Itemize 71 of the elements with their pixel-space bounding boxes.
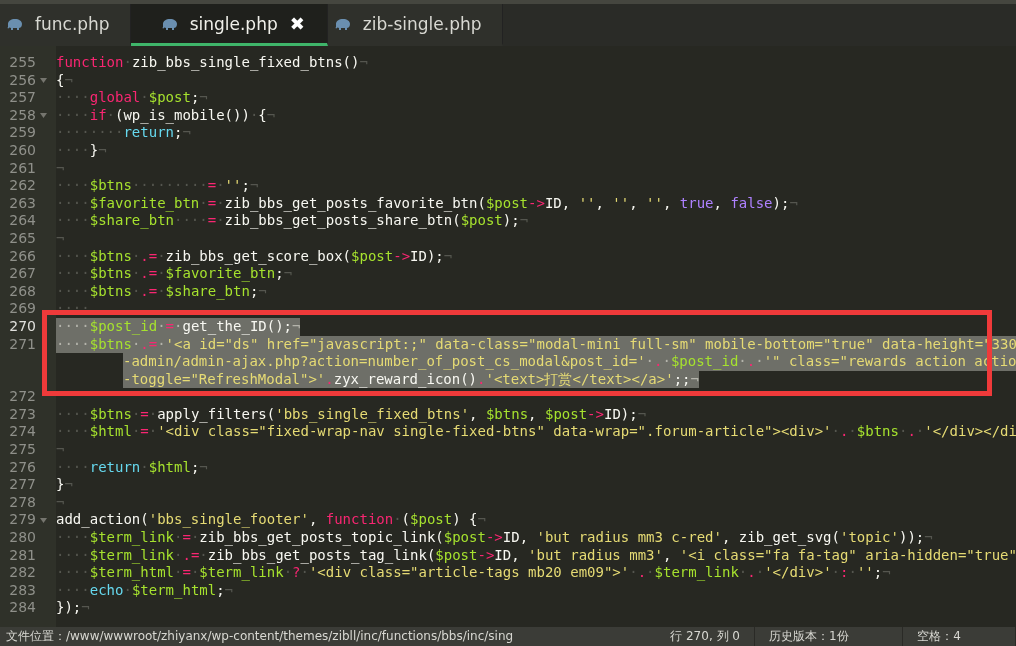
fold-arrow-icon[interactable] [40,517,47,523]
line-number: 258 [8,106,36,125]
elephant-icon [6,17,23,30]
history-versions[interactable]: 历史版本：1份 [754,627,904,646]
line-number: 261 [8,159,36,178]
file-tab[interactable]: single.php ✖ [130,4,328,46]
code-line: }¬ [56,476,73,494]
line-number: 278 [8,493,36,512]
code-line: ····return·$html;¬ [56,458,208,477]
line-number: 263 [8,194,36,213]
line-number: 260 [8,141,36,160]
code-line: ····$share_btn····=·zib_bbs_get_posts_share_btn($post);¬ [56,212,529,230]
file-tab[interactable]: func.php [0,4,131,46]
line-number: 282 [8,564,36,582]
line-number: 272 [8,388,36,406]
code-line: add_action('bbs_single_footer', function·($post) {¬ [56,511,486,530]
line-number: 265 [8,229,36,248]
line-number: 274 [8,423,36,442]
code-line: ···· [56,300,90,318]
code-line: ¬ [56,493,65,512]
code-line: ····$btns·.=·zib_bbs_get_score_box($post->ID);¬ [56,247,453,266]
indentation-setting[interactable]: 空格：4 [903,627,1016,646]
line-number: 281 [8,546,36,565]
line-number: 270 [8,317,36,336]
fold-arrow-icon[interactable] [40,113,47,119]
line-number: 271 [8,335,36,354]
line-number: 269 [8,300,36,318]
code-line: ····$term_link·.=·zib_bbs_get_posts_tag_link($post->ID, 'but radius mm3', '<i class="fa fa-tag" aria-hidden="true" [56,546,1016,565]
code-line: ····$html·=·'<div class="fixed-wrap-nav single-fixed-btns" data-wrap=".forum-article"><div>'·.·$btns·.·'</div></di [56,423,1016,442]
file-tab[interactable]: zib-single.php [327,4,503,46]
line-number: 275 [8,441,36,459]
line-number: 283 [8,581,36,600]
code-line: ····$term_link·=·zib_bbs_get_posts_topic_link($post->ID, 'but radius mm3 c-red', zib_get_svg('topic'));¬ [56,529,933,547]
line-number: 284 [8,599,36,617]
code-line: ····$term_html·=·$term_link·?·'<div class="article-tags mb20 em09">'·.·$term_link·.·'</div>'·:·'';¬ [56,564,891,582]
fold-arrow-icon[interactable] [40,77,47,83]
elephant-icon [160,17,178,30]
code-line: ¬ [56,441,65,459]
cursor-position: 行 270, 列 0 [616,627,755,646]
code-line: ····$btns·=·apply_filters('bbs_single_fixed_btns', $btns, $post->ID);¬ [56,405,647,424]
line-number: 259 [8,124,36,142]
code-line: ¬ [56,229,65,248]
code-line: ····echo·$term_html;¬ [56,581,234,600]
line-number: 266 [8,247,36,266]
line-number: 277 [8,476,36,494]
line-number: 280 [8,529,36,547]
code-line: ····$btns·.=·$favorite_btn;¬ [56,265,293,283]
code-line: ····}¬ [56,141,107,160]
code-line: });¬ [56,599,90,617]
line-number: 256 [8,71,36,90]
line-number: 273 [8,405,36,424]
code-line: ····$btns·········=·'';¬ [56,177,259,195]
file-path: 文件位置：/www/wwwroot/zhiyanx/wp-content/themes/zibll/inc/functions/bbs/inc/sing [5,628,515,645]
line-number: 279 [8,511,36,530]
code-line: ¬ [56,159,65,178]
code-line: ····if·(wp_is_mobile())·{¬ [56,106,276,125]
line-number: 257 [8,89,36,107]
line-number: 276 [8,458,36,477]
code-line: ········return;¬ [56,124,191,142]
line-number: 262 [8,177,36,195]
line-number: 264 [8,212,36,230]
code-line: {¬ [56,71,73,90]
code-line: ····global·$post;¬ [56,89,208,107]
line-number: 255 [8,54,36,72]
line-number: 268 [8,282,36,301]
code-line: ····$favorite_btn·=·zib_bbs_get_posts_favorite_btn($post->ID, '', '', '', true, false);¬ [56,194,798,213]
line-number: 267 [8,265,36,283]
close-icon[interactable]: ✖ [289,13,305,34]
code-line: ····$btns·.=·$share_btn;¬ [56,282,267,301]
elephant-icon [333,17,351,30]
code-line: function·zib_bbs_single_fixed_btns()¬ [56,54,368,72]
